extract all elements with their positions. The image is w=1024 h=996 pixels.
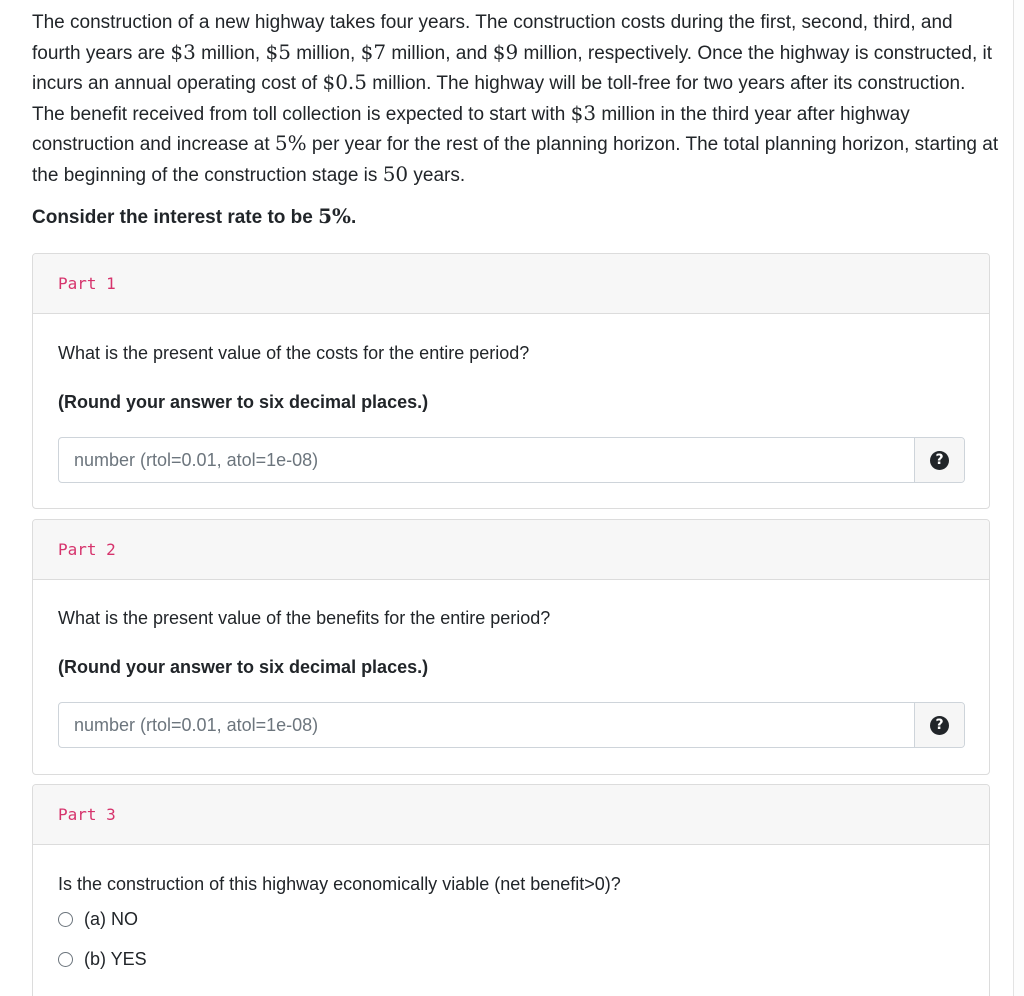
part-2-answer-group: ? xyxy=(58,702,965,748)
part-1-rounding-note: (Round your answer to six decimal places… xyxy=(58,392,429,412)
growth-rate: 5% xyxy=(274,131,307,155)
interest-rate-statement: Consider the interest rate to be 5%. xyxy=(32,204,356,229)
question-circle-icon: ? xyxy=(930,450,949,470)
part-2-card: Part 2 What is the present value of the … xyxy=(32,519,990,775)
problem-statement: The construction of a new highway takes … xyxy=(32,8,1002,190)
scrollbar-track[interactable] xyxy=(1013,0,1024,996)
part-3-question: Is the construction of this highway econ… xyxy=(58,874,621,894)
part-1-card: Part 1 What is the present value of the … xyxy=(32,253,990,509)
problem-text: years. xyxy=(408,164,466,186)
problem-text: million, xyxy=(195,42,266,64)
part-2-header: Part 2 xyxy=(33,520,989,580)
radio-button[interactable] xyxy=(58,912,73,927)
part-3-card: Part 3 Is the construction of this highw… xyxy=(32,784,990,996)
option-no-label: (a) NO xyxy=(84,909,138,929)
interest-label: Consider the interest rate to be xyxy=(32,207,319,228)
part-1-title: Part 1 xyxy=(58,274,116,293)
cost-year-4: $9 xyxy=(492,39,519,64)
part-1-answer-input[interactable] xyxy=(59,438,914,482)
interest-period: . xyxy=(351,207,357,228)
question-circle-icon: ? xyxy=(930,715,949,735)
part-2-question: What is the present value of the benefit… xyxy=(58,608,551,628)
cost-year-1: $3 xyxy=(170,39,196,64)
part-3-header: Part 3 xyxy=(33,785,989,845)
operating-cost: $0.5 xyxy=(322,70,367,94)
problem-text: million, and xyxy=(386,42,493,64)
part-2-help-button[interactable]: ? xyxy=(914,703,964,747)
option-no[interactable]: (a) NO xyxy=(58,909,138,930)
part-1-answer-group: ? xyxy=(58,437,965,483)
part-3-title: Part 3 xyxy=(58,805,116,824)
interest-rate: 5% xyxy=(318,204,352,228)
option-yes-label: (b) YES xyxy=(84,949,147,969)
initial-benefit: $3 xyxy=(570,100,597,125)
radio-button[interactable] xyxy=(58,952,73,967)
part-2-rounding-note: (Round your answer to six decimal places… xyxy=(58,657,429,677)
part-2-title: Part 2 xyxy=(58,540,116,559)
part-1-question: What is the present value of the costs f… xyxy=(58,343,530,363)
option-yes[interactable]: (b) YES xyxy=(58,949,147,970)
cost-year-3: $7 xyxy=(360,39,387,64)
part-1-help-button[interactable]: ? xyxy=(914,438,964,482)
part-1-header: Part 1 xyxy=(33,254,989,314)
cost-year-2: $5 xyxy=(265,39,291,64)
part-2-answer-input[interactable] xyxy=(59,703,914,747)
page: The construction of a new highway takes … xyxy=(0,0,1024,996)
problem-text: million, xyxy=(290,42,361,64)
planning-horizon: 50 xyxy=(382,161,409,186)
